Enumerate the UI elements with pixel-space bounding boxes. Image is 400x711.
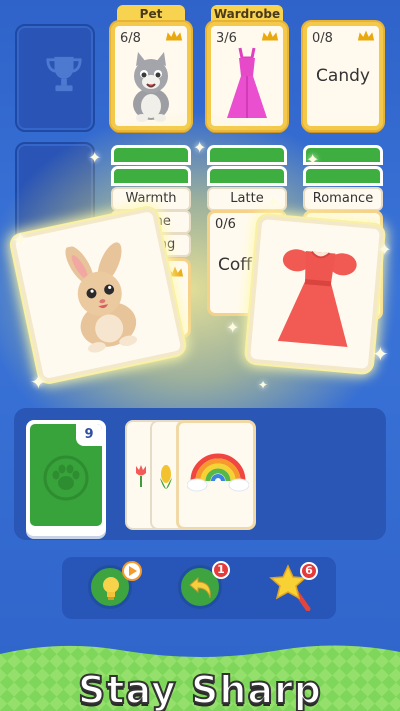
bunny-image bbox=[65, 242, 138, 353]
sparkle-icon: ✦ bbox=[265, 190, 282, 214]
magic-count-badge: 6 bbox=[300, 562, 318, 580]
foundation-pet[interactable]: 6/8 bbox=[111, 22, 191, 130]
foundation-candy[interactable]: 0/8 Candy bbox=[303, 22, 383, 130]
sparkle-icon: ✦ bbox=[12, 228, 29, 252]
sparkle-icon: ✦ bbox=[258, 378, 269, 392]
pet-count: 6/8 bbox=[120, 31, 141, 46]
flying-card-bunny bbox=[10, 206, 186, 384]
undo-arrow-icon bbox=[189, 576, 211, 599]
tulip-icon bbox=[136, 465, 146, 487]
card-back bbox=[207, 166, 287, 186]
wardrobe-tag: Wardrobe bbox=[211, 5, 283, 23]
word-card[interactable]: Romance bbox=[303, 187, 383, 211]
waste-card-top[interactable] bbox=[176, 420, 256, 530]
stock-count: 9 bbox=[76, 424, 102, 446]
paw-icon bbox=[43, 455, 89, 501]
game-board: Pet 6/8 Wardrobe 3/6 0/8 Candy Warmth La… bbox=[0, 0, 400, 711]
trophy-icon bbox=[46, 56, 82, 92]
dress-image bbox=[227, 47, 267, 118]
card-count: 0/6 bbox=[215, 217, 236, 232]
card-back bbox=[111, 166, 191, 186]
lightbulb-icon bbox=[103, 577, 119, 600]
undo-count-badge: 1 bbox=[212, 561, 230, 579]
wardrobe-count: 3/6 bbox=[216, 31, 237, 46]
sparkle-icon: ✦ bbox=[372, 342, 389, 366]
headline-text: Stay Sharp bbox=[77, 667, 322, 711]
corn-icon bbox=[160, 465, 172, 489]
candy-label: Candy bbox=[316, 66, 370, 86]
crown-icon bbox=[165, 30, 183, 41]
stock-pile[interactable]: 9 bbox=[26, 420, 106, 536]
cat-image bbox=[133, 52, 169, 122]
card-back bbox=[207, 145, 287, 165]
pet-tag: Pet bbox=[117, 5, 185, 23]
trophy-slot bbox=[15, 24, 95, 132]
foundation-wardrobe[interactable]: 3/6 bbox=[207, 22, 287, 130]
sparkle-icon: ✦ bbox=[226, 318, 240, 337]
candy-count: 0/8 bbox=[312, 31, 333, 46]
sparkle-icon: ✦ bbox=[30, 370, 47, 394]
sparkle-icon: ✦ bbox=[193, 138, 207, 157]
word-card[interactable]: Warmth bbox=[111, 187, 191, 211]
card-back bbox=[303, 166, 383, 186]
sparkle-icon: ✦ bbox=[88, 148, 102, 167]
rainbow-image bbox=[187, 453, 249, 492]
card-word: Coff bbox=[218, 255, 252, 275]
crown-icon bbox=[357, 30, 375, 41]
card-back bbox=[111, 145, 191, 165]
red-dress-image bbox=[277, 249, 357, 348]
crown-icon bbox=[261, 30, 279, 41]
video-ad-icon bbox=[122, 561, 142, 581]
sparkle-icon: ✦ bbox=[378, 240, 392, 259]
flying-card-dress bbox=[245, 214, 385, 374]
sparkle-icon: ✦ bbox=[306, 150, 320, 169]
